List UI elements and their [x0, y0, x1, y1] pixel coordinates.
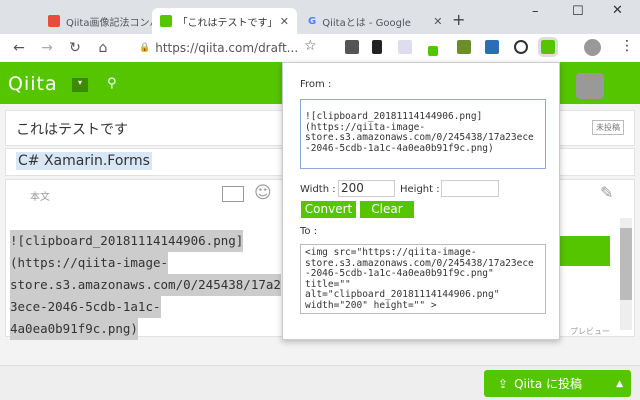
close-tab-icon[interactable]: ✕: [433, 15, 442, 28]
favicon-icon: [160, 15, 172, 27]
google-icon: G: [308, 15, 317, 27]
clear-button[interactable]: Clear: [360, 201, 414, 218]
upload-icon: ⇪: [498, 376, 509, 391]
to-label: To :: [300, 226, 318, 237]
search-icon[interactable]: ⚲: [107, 76, 117, 91]
width-label: Width :: [300, 184, 336, 195]
extension-icon[interactable]: [345, 40, 359, 54]
tab-google[interactable]: G Qiitaとは - Google ✕: [300, 8, 450, 34]
preview-highlight: [560, 236, 610, 266]
extension-icon[interactable]: [457, 40, 471, 54]
extension-icon[interactable]: [398, 40, 412, 54]
draft-badge: 未投稿: [592, 120, 624, 135]
close-tab-icon[interactable]: ✕: [280, 15, 289, 28]
emoji-icon[interactable]: ☺: [254, 183, 272, 203]
convert-button[interactable]: Convert: [301, 201, 356, 218]
bookmark-star-icon[interactable]: ☆: [304, 38, 317, 54]
converter-popup: From : ![clipboard_20181114144906.png] (…: [282, 62, 560, 340]
address-bar[interactable]: 🔒 https://qiita.com/draft...: [133, 38, 323, 58]
extension-icon[interactable]: [372, 40, 382, 54]
extension-icon[interactable]: [428, 46, 438, 56]
width-input[interactable]: 200: [338, 180, 395, 197]
extension-icon[interactable]: [485, 40, 499, 54]
lock-icon: 🔒: [139, 43, 151, 53]
favicon-icon: [48, 15, 60, 27]
qiita-converter-extension-icon[interactable]: [538, 37, 558, 57]
from-label: From :: [300, 79, 332, 90]
preview-label: プレビュー: [570, 327, 610, 336]
user-avatar[interactable]: [576, 73, 604, 99]
body-label: 本文: [30, 192, 50, 203]
markdown-content[interactable]: ![clipboard_20181114144906.png] (https:/…: [10, 230, 281, 340]
qiita-logo[interactable]: Qiita: [8, 73, 58, 95]
menu-icon[interactable]: ⋮: [620, 38, 634, 54]
edit-icon[interactable]: ✎: [600, 183, 613, 202]
tab-bar: Qiita画像記法コンバ✕ 「これはテストです」を✕ GQiitaとは - Go…: [0, 0, 640, 34]
tab-draft[interactable]: 「これはテストです」を✕: [152, 8, 297, 34]
height-input[interactable]: [441, 180, 499, 197]
height-label: Height :: [400, 184, 440, 195]
clock-extension-icon[interactable]: [514, 40, 528, 54]
image-upload-icon[interactable]: [222, 186, 244, 202]
maximize-button[interactable]: ☐: [572, 4, 584, 19]
minimize-button[interactable]: –: [532, 4, 539, 19]
post-button[interactable]: ⇪ Qiita に投稿 ▲: [484, 370, 631, 397]
from-textarea[interactable]: ![clipboard_20181114144906.png] (https:/…: [300, 99, 546, 169]
scrollbar[interactable]: [620, 218, 632, 330]
to-textarea[interactable]: <img src="https://qiita-image- store.s3.…: [300, 244, 546, 314]
profile-avatar[interactable]: [584, 39, 601, 56]
reload-icon[interactable]: ↻: [61, 40, 89, 56]
post-options-icon[interactable]: ▲: [616, 379, 623, 389]
new-tab-button[interactable]: +: [452, 10, 465, 29]
dropdown-icon[interactable]: ▾: [72, 78, 88, 92]
home-icon[interactable]: ⌂: [89, 40, 117, 56]
close-window-button[interactable]: ✕: [612, 3, 623, 18]
forward-icon[interactable]: →: [33, 40, 61, 56]
back-icon[interactable]: ←: [5, 40, 33, 56]
